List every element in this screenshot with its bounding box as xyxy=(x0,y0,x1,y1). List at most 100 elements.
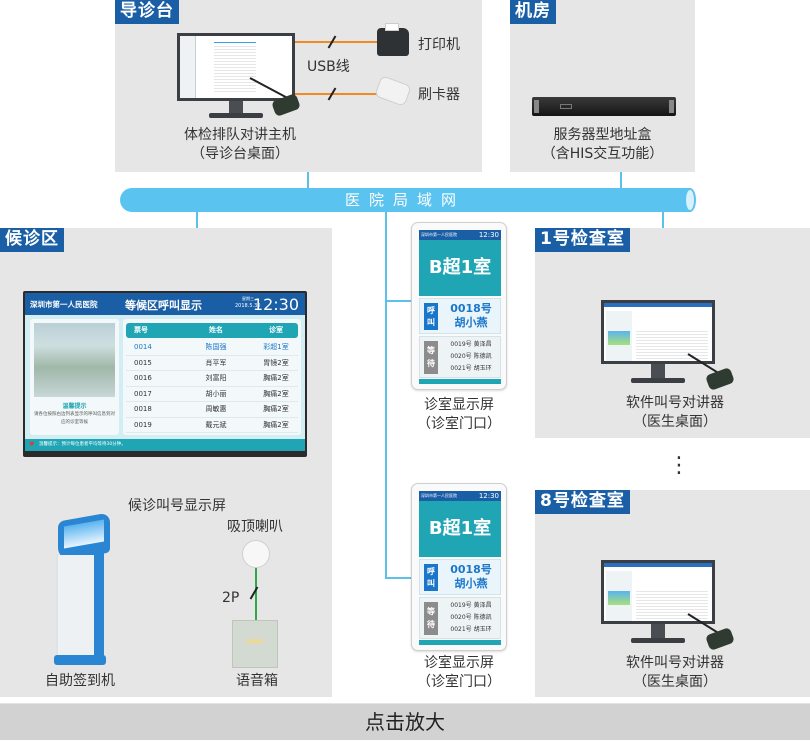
door-display-1-caption: 诊室显示屏 （诊室门口） xyxy=(404,396,514,434)
wire-label: 2P xyxy=(222,590,240,606)
clock: 12:30 xyxy=(252,295,299,314)
door-caption-line-1: 诊室显示屏 xyxy=(424,397,494,413)
room-1-caption: 软件叫号对讲器 （医生桌面） xyxy=(605,394,745,432)
notice-text: 请各位按照右边列表显示的呼叫信息到对应的诊室等候 xyxy=(34,412,115,425)
door-display-1: 深圳市第一人民医院 12:30 B超1室 呼叫 0018号 胡小燕 等待 0019号 … xyxy=(411,222,507,390)
display-header: 深圳市第一人民医院 等候区呼叫显示 星期三 2018.5.30 12:30 xyxy=(25,293,305,315)
hospital-name: 深圳市第一人民医院 xyxy=(30,300,98,309)
zone-tag-server-room: 机房 xyxy=(510,0,556,24)
server-caption-line-1: 服务器型地址盒 xyxy=(553,127,652,143)
call-number: 0018号 xyxy=(450,302,492,315)
exam-room: 胸痛2室 xyxy=(263,405,289,413)
call-name: 胡小燕 xyxy=(454,577,488,590)
server-caption: 服务器型地址盒 （含HIS交互功能） xyxy=(510,126,695,164)
door-hospital: 深圳市第一人民医院 xyxy=(421,232,457,237)
call-tag: 呼叫 xyxy=(424,303,438,330)
waiting-display-caption: 候诊叫号显示屏 xyxy=(128,498,226,514)
zone-tag-guide-desk: 导诊台 xyxy=(115,0,179,24)
queue-row: 0015 肖平军 胃镜2室 xyxy=(126,356,298,371)
zone-tag-room-8: 8号检查室 xyxy=(535,490,630,514)
station-caption-line-1: 软件叫号对讲器 xyxy=(626,655,724,671)
connector-server-room xyxy=(620,172,622,188)
exam-room: 胸痛2室 xyxy=(263,389,289,398)
station-caption-line-2: （医生桌面） xyxy=(633,674,717,690)
col-ticket: 票号 xyxy=(134,326,148,334)
kiosk-caption: 自助签到机 xyxy=(45,673,115,689)
connector-room-1 xyxy=(662,212,664,228)
door-footer xyxy=(419,379,501,384)
connector-waiting-area xyxy=(196,212,198,228)
exam-room: 胸痛2室 xyxy=(263,374,289,382)
voice-box-icon xyxy=(232,620,278,668)
doctor-monitor xyxy=(601,560,715,650)
exam-room: 胃镜2室 xyxy=(263,358,289,367)
room-8-caption: 软件叫号对讲器 （医生桌面） xyxy=(605,654,745,692)
call-tag: 呼叫 xyxy=(424,564,438,591)
doctor-monitor xyxy=(601,300,715,390)
door-display-2: 深圳市第一人民医院 12:30 B超1室 呼叫 0018号 胡小燕 等待 0019号 … xyxy=(411,483,507,651)
speaker-wire xyxy=(255,568,257,620)
patient-name: 戴元斌 xyxy=(205,420,227,429)
wait-tag: 等待 xyxy=(424,341,438,374)
door-hospital: 深圳市第一人民医院 xyxy=(421,493,457,498)
door-clock: 12:30 xyxy=(478,492,499,500)
call-number: 0018号 xyxy=(450,563,492,576)
lan-pipe-end xyxy=(684,188,696,212)
footer-text: 温馨提示：预计每位患者平均等待30分钟。 xyxy=(39,442,126,447)
queue-row: 0014 陈国强 彩超1室 xyxy=(126,340,298,356)
door-room-name: B超1室 xyxy=(419,501,501,557)
card-reader-icon xyxy=(374,75,412,107)
queue-row: 0017 胡小丽 胸痛2室 xyxy=(126,387,298,402)
door-room-name: B超1室 xyxy=(419,240,501,296)
door-display-2-caption: 诊室显示屏 （诊室门口） xyxy=(404,654,514,692)
host-caption: 体检排队对讲主机 （导诊台桌面） xyxy=(175,126,305,164)
connector-guide-desk xyxy=(307,172,309,188)
patient-name: 陈国强 xyxy=(205,343,227,351)
zone-room-8: 8号检查室 软件叫号对讲器 （医生桌面） xyxy=(535,490,810,697)
waiting-row: 0020号 陈德凯 xyxy=(450,353,492,360)
waiting-call-display: 深圳市第一人民医院 等候区呼叫显示 星期三 2018.5.30 12:30 温馨… xyxy=(23,291,307,457)
queue-table-header: 票号 姓名 诊室 xyxy=(126,323,298,338)
connector-door-display-2 xyxy=(385,577,411,579)
usb-line-printer xyxy=(295,41,381,43)
heart-icon: ♥ xyxy=(29,441,35,448)
waiting-row: 0021号 胡玉环 xyxy=(450,626,492,633)
zone-guide-desk: 导诊台 USB线 打印机 刷卡器 体检排队对讲主机 （导诊台桌面） xyxy=(115,0,482,172)
door-footer xyxy=(419,640,501,645)
notice-panel: 温馨提示 请各位按照右边列表显示的呼叫信息到对应的诊室等候 xyxy=(30,319,119,435)
speaker-caption: 吸顶喇叭 xyxy=(227,519,283,535)
display-footer: ♥ 温馨提示：预计每位患者平均等待30分钟。 xyxy=(25,439,305,451)
patient-name: 肖平军 xyxy=(205,358,227,367)
zone-server-room: 机房 服务器型地址盒 （含HIS交互功能） xyxy=(510,0,695,172)
col-room: 诊室 xyxy=(269,326,283,334)
printer-icon xyxy=(377,23,409,56)
host-caption-line-1: 体检排队对讲主机 xyxy=(184,127,296,143)
patient-name: 周敏惠 xyxy=(205,405,227,413)
host-caption-line-2: （导诊台桌面） xyxy=(191,146,289,162)
ticket-number: 0015 xyxy=(134,358,152,367)
ticket-number: 0019 xyxy=(134,420,152,429)
door-caption-line-1: 诊室显示屏 xyxy=(424,655,494,671)
hospital-photo xyxy=(34,323,115,397)
usb-label: USB线 xyxy=(307,59,350,75)
patient-name: 胡小丽 xyxy=(205,389,227,398)
ceiling-speaker-icon xyxy=(242,540,270,568)
ticket-number: 0018 xyxy=(134,405,152,413)
lan-label: 医院局域网 xyxy=(344,191,465,209)
waiting-row: 0020号 陈德凯 xyxy=(450,614,492,621)
queue-table: 票号 姓名 诊室 0014 陈国强 彩超1室 0015 肖平军 胃镜2室 0016 刘富阳 胸痛… xyxy=(123,319,301,435)
more-rooms-ellipsis: ⋮ xyxy=(668,453,690,478)
display-title: 等候区呼叫显示 xyxy=(125,299,202,312)
waiting-row: 0019号 黄泽昌 xyxy=(450,602,492,609)
connector-door-display-1 xyxy=(385,300,411,302)
patient-name: 刘富阳 xyxy=(205,374,227,382)
hospital-lan-bar: 医院局域网 xyxy=(120,188,696,212)
connector-door-displays xyxy=(385,212,387,578)
queue-row: 0019 戴元斌 胸痛2室 xyxy=(126,418,298,433)
card-reader-label: 刷卡器 xyxy=(418,87,460,103)
zone-room-1: 1号检查室 软件叫号对讲器 （医生桌面） xyxy=(535,228,810,438)
zoom-in-button[interactable]: 点击放大 xyxy=(0,703,810,740)
zone-tag-waiting-area: 候诊区 xyxy=(0,228,64,252)
ticket-number: 0014 xyxy=(134,343,152,351)
ticket-number: 0016 xyxy=(134,374,152,382)
